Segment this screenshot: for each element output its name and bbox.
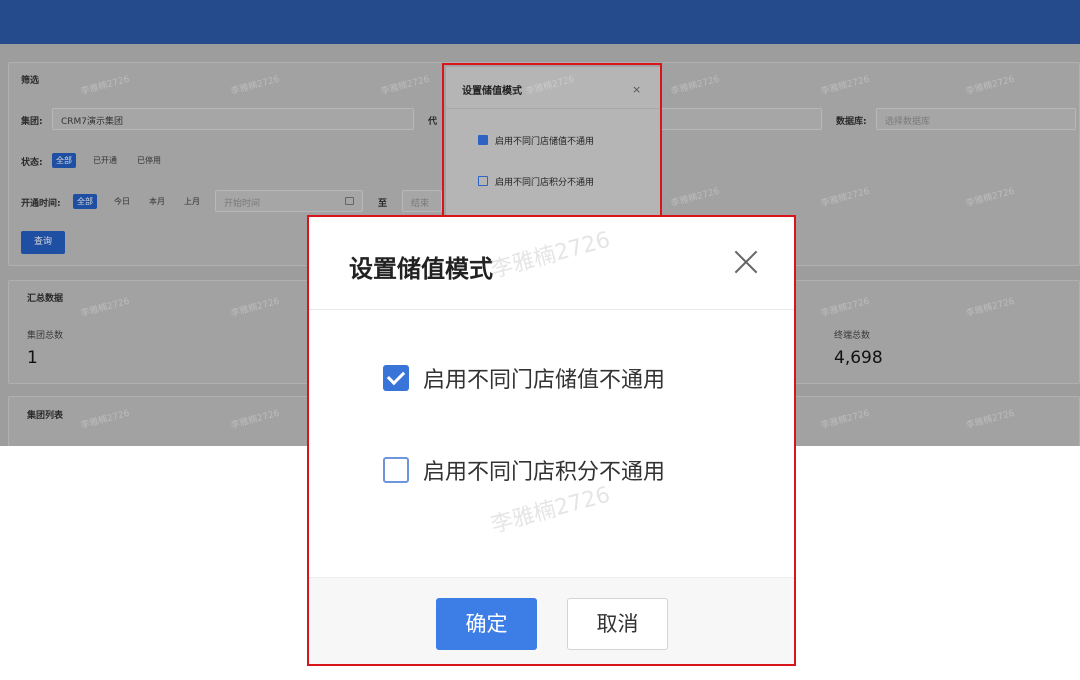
watermark: 李雅楠2726 bbox=[488, 482, 613, 539]
status-option-enabled[interactable]: 已开通 bbox=[89, 153, 121, 168]
database-label: 数据库: bbox=[836, 117, 867, 127]
mini-option-stored-value: 启用不同门店储值不通用 bbox=[495, 137, 595, 147]
store-value-mode-dialog: 设置储值模式 启用不同门店储值不通用 启用不同门店积分不通用 李雅楠2726 李… bbox=[307, 215, 796, 666]
agent-select[interactable] bbox=[660, 108, 822, 130]
time-option-last-month[interactable]: 上月 bbox=[180, 194, 204, 209]
option-stored-value-label: 启用不同门店储值不通用 bbox=[423, 368, 666, 393]
mini-close-icon[interactable]: × bbox=[632, 83, 641, 96]
checkbox-stored-value-checked[interactable] bbox=[383, 365, 409, 391]
time-option-all[interactable]: 全部 bbox=[73, 194, 97, 209]
query-button[interactable]: 查询 bbox=[21, 231, 65, 254]
time-option-today[interactable]: 今日 bbox=[110, 194, 134, 209]
mini-dialog-divider bbox=[446, 108, 660, 109]
status-option-all[interactable]: 全部 bbox=[52, 153, 76, 168]
group-label: 集团: bbox=[21, 117, 43, 127]
group-list-title: 集团列表 bbox=[27, 411, 64, 421]
time-option-this-month[interactable]: 本月 bbox=[145, 194, 169, 209]
mini-checkbox-points[interactable] bbox=[478, 176, 488, 186]
group-count-value: 1 bbox=[27, 348, 38, 368]
dialog-footer: 确定 取消 bbox=[309, 577, 794, 664]
option-points-label: 启用不同门店积分不通用 bbox=[423, 460, 666, 485]
range-separator: 至 bbox=[378, 199, 388, 209]
option-stored-value-not-shared[interactable]: 启用不同门店储值不通用 bbox=[383, 364, 666, 393]
agent-label: 代 bbox=[428, 117, 438, 127]
calendar-icon bbox=[345, 197, 354, 205]
filter-title: 筛选 bbox=[21, 76, 40, 86]
open-time-label: 开通时间: bbox=[21, 199, 61, 209]
close-icon[interactable] bbox=[733, 249, 759, 275]
summary-title: 汇总数据 bbox=[27, 294, 64, 304]
cancel-button[interactable]: 取消 bbox=[567, 598, 668, 650]
dialog-title: 设置储值模式 bbox=[349, 255, 493, 283]
group-select[interactable]: CRM7演示集团 bbox=[52, 108, 414, 130]
status-option-disabled[interactable]: 已停用 bbox=[133, 153, 165, 168]
terminal-count-value: 4,698 bbox=[834, 348, 883, 368]
start-time-input[interactable]: 开始时间 bbox=[215, 190, 363, 212]
status-label: 状态: bbox=[21, 158, 43, 168]
top-navigation-bar bbox=[0, 0, 1080, 44]
confirm-button[interactable]: 确定 bbox=[436, 598, 537, 650]
option-points-not-shared[interactable]: 启用不同门店积分不通用 bbox=[383, 456, 666, 485]
end-time-input[interactable]: 结束 bbox=[402, 190, 442, 212]
checkbox-points-unchecked[interactable] bbox=[383, 457, 409, 483]
mini-checkbox-stored-value[interactable] bbox=[478, 135, 488, 145]
mini-dialog-title: 设置储值模式 bbox=[462, 86, 522, 97]
mini-option-points: 启用不同门店积分不通用 bbox=[495, 178, 595, 188]
group-count-label: 集团总数 bbox=[27, 331, 64, 341]
database-select[interactable]: 选择数据库 bbox=[876, 108, 1076, 130]
terminal-count-label: 终端总数 bbox=[834, 331, 871, 341]
